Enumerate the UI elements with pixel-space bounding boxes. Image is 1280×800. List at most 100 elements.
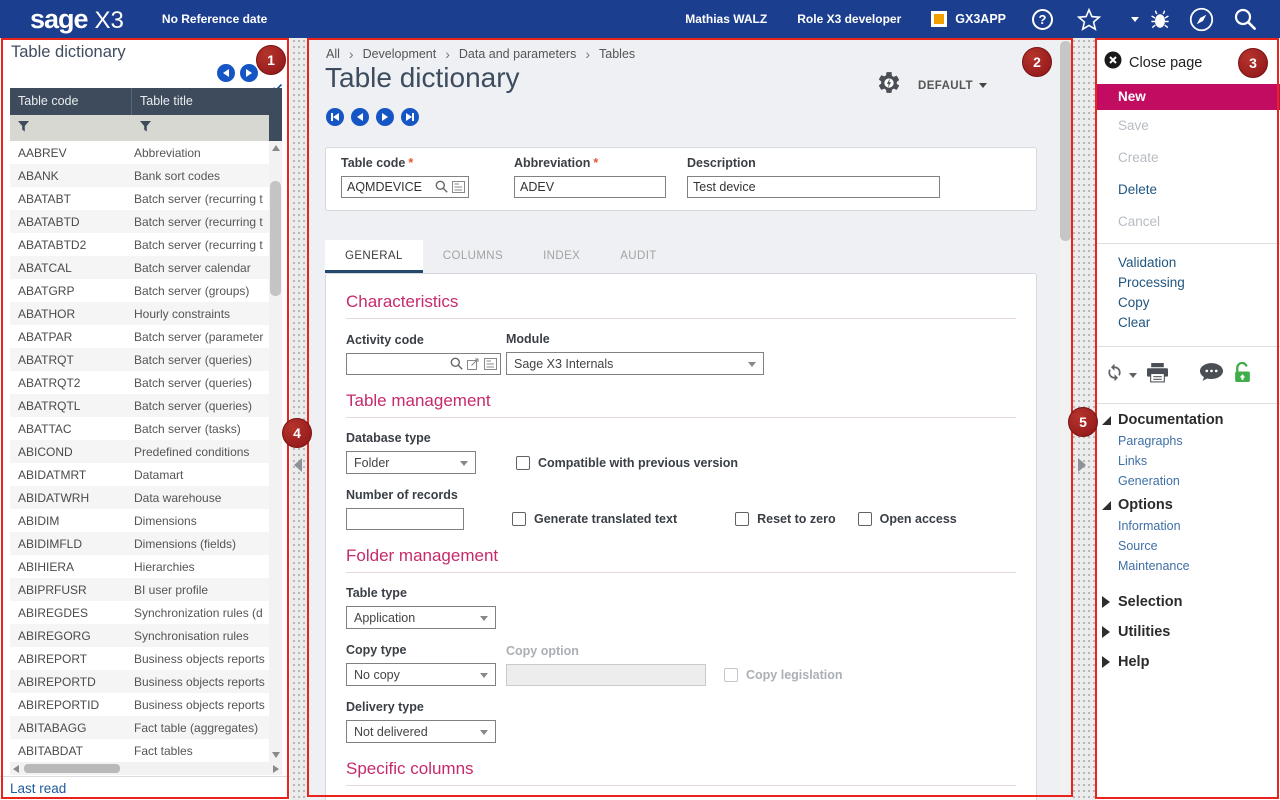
table-row[interactable]: ABIDATWRH Data warehouse — [10, 486, 269, 509]
scrollbar-thumb[interactable] — [1060, 41, 1071, 241]
collapse-right-panel-icon[interactable] — [1078, 458, 1086, 472]
table-row[interactable]: ABIREPORTID Business objects reports — [10, 693, 269, 716]
table-row[interactable]: ABATCAL Batch server calendar — [10, 256, 269, 279]
column-header-table-title[interactable]: Table title — [132, 88, 282, 115]
copy-type-select[interactable]: No copy — [346, 663, 496, 686]
clear-button[interactable]: Clear — [1096, 313, 1280, 333]
scrollbar-thumb[interactable] — [24, 764, 120, 773]
table-row[interactable]: ABATABTD2 Batch server (recurring t — [10, 233, 269, 256]
view-code-dropdown[interactable]: DEFAULT — [918, 80, 973, 92]
scroll-up-icon[interactable] — [272, 145, 280, 151]
table-row[interactable]: ABICOND Predefined conditions — [10, 440, 269, 463]
comment-bubble-icon[interactable] — [1200, 363, 1223, 387]
scroll-down-icon[interactable] — [272, 752, 280, 758]
first-record-button[interactable] — [326, 108, 344, 126]
tab-audit[interactable]: AUDIT — [600, 240, 677, 273]
table-row[interactable]: ABIDATMRT Datamart — [10, 463, 269, 486]
delivery-type-select[interactable]: Not delivered — [346, 720, 496, 743]
module-select[interactable]: Sage X3 Internals — [506, 352, 764, 375]
table-row[interactable]: AABREV Abbreviation — [10, 141, 269, 164]
section-link[interactable]: Information — [1096, 516, 1280, 536]
copy-button[interactable]: Copy — [1096, 293, 1280, 313]
open-access-checkbox[interactable] — [858, 512, 872, 526]
list-vertical-scrollbar[interactable] — [269, 141, 282, 762]
scroll-right-icon[interactable] — [273, 765, 279, 773]
user-role[interactable]: Role X3 developer — [797, 12, 901, 26]
debug-bug-icon[interactable] — [1151, 9, 1169, 29]
section-link[interactable]: Maintenance — [1096, 556, 1280, 576]
jump-to-icon[interactable] — [467, 357, 480, 375]
last-read-link[interactable]: Last read — [0, 776, 290, 800]
close-page-button[interactable]: Close page — [1096, 38, 1280, 84]
left-splitter[interactable] — [290, 38, 308, 800]
help-icon[interactable]: ? — [1032, 9, 1053, 30]
breadcrumb-all[interactable]: All — [326, 47, 340, 61]
delete-button[interactable]: Delete — [1096, 174, 1280, 206]
tab-index[interactable]: INDEX — [523, 240, 600, 273]
section-link[interactable]: Generation — [1096, 471, 1280, 491]
refresh-dropdown-icon[interactable] — [1129, 373, 1137, 378]
table-row[interactable]: ABATABT Batch server (recurring t — [10, 187, 269, 210]
table-row[interactable]: ABATGRP Batch server (groups) — [10, 279, 269, 302]
table-row[interactable]: ABITABDAT Fact tables — [10, 739, 269, 762]
selection-list-icon[interactable] — [452, 180, 465, 198]
compatible-previous-version-checkbox[interactable] — [516, 456, 530, 470]
section-options[interactable]: Options — [1096, 497, 1280, 513]
selection-list-icon[interactable] — [484, 357, 497, 375]
list-next-page-button[interactable] — [240, 64, 258, 82]
settings-gear-icon[interactable] — [876, 70, 902, 101]
table-row[interactable]: ABANK Bank sort codes — [10, 164, 269, 187]
breadcrumb-tables[interactable]: Tables — [599, 47, 635, 61]
print-icon[interactable] — [1147, 363, 1168, 388]
abbreviation-input[interactable] — [514, 176, 666, 198]
next-record-button[interactable] — [376, 108, 394, 126]
section-utilities[interactable]: Utilities — [1096, 624, 1280, 640]
list-prev-page-button[interactable] — [217, 64, 235, 82]
table-row[interactable]: ABATABTD Batch server (recurring t — [10, 210, 269, 233]
table-row[interactable]: ABATPAR Batch server (parameter — [10, 325, 269, 348]
section-link[interactable]: Paragraphs — [1096, 431, 1280, 451]
favorites-dropdown-icon[interactable] — [1131, 17, 1139, 22]
table-row[interactable]: ABATTAC Batch server (tasks) — [10, 417, 269, 440]
table-row[interactable]: ABITABAGG Fact table (aggregates) — [10, 716, 269, 739]
database-type-select[interactable]: Folder — [346, 451, 476, 474]
filter-funnel-icon[interactable] — [10, 119, 132, 137]
lookup-magnifier-icon[interactable] — [450, 357, 463, 375]
table-row[interactable]: ABATRQT2 Batch server (queries) — [10, 371, 269, 394]
scrollbar-thumb[interactable] — [270, 181, 281, 296]
list-horizontal-scrollbar[interactable] — [10, 762, 282, 775]
endpoint-selector[interactable]: GX3APP — [931, 11, 1006, 27]
table-row[interactable]: ABIHIERA Hierarchies — [10, 555, 269, 578]
unlocked-padlock-icon[interactable] — [1233, 362, 1252, 388]
tab-columns[interactable]: COLUMNS — [423, 240, 523, 273]
table-row[interactable]: ABIREGDES Synchronization rules (d — [10, 601, 269, 624]
favorites-star-icon[interactable] — [1077, 8, 1101, 31]
section-help[interactable]: Help — [1096, 654, 1280, 670]
sage-logo[interactable]: sage X3 — [30, 4, 124, 35]
table-type-select[interactable]: Application — [346, 606, 496, 629]
new-button[interactable]: New — [1096, 84, 1280, 110]
table-row[interactable]: ABIREPORT Business objects reports — [10, 647, 269, 670]
section-link[interactable]: Source — [1096, 536, 1280, 556]
collapse-left-panel-icon[interactable] — [294, 458, 302, 472]
refresh-icon[interactable] — [1104, 362, 1125, 388]
section-documentation[interactable]: Documentation — [1096, 412, 1280, 428]
processing-button[interactable]: Processing — [1096, 273, 1280, 293]
validation-button[interactable]: Validation — [1096, 253, 1280, 273]
explore-compass-icon[interactable] — [1189, 7, 1214, 32]
reference-date[interactable]: No Reference date — [162, 12, 267, 26]
view-dropdown-caret-icon[interactable] — [979, 83, 987, 88]
table-row[interactable]: ABIREPORTD Business objects reports — [10, 670, 269, 693]
table-row[interactable]: ABATRQT Batch server (queries) — [10, 348, 269, 371]
breadcrumb-development[interactable]: Development — [363, 47, 437, 61]
main-vertical-scrollbar[interactable] — [1059, 38, 1072, 800]
table-row[interactable]: ABIPRFUSR BI user profile — [10, 578, 269, 601]
description-input[interactable] — [687, 176, 940, 198]
right-splitter[interactable] — [1072, 38, 1096, 800]
number-of-records-input[interactable] — [346, 508, 464, 530]
section-selection[interactable]: Selection — [1096, 594, 1280, 610]
last-record-button[interactable] — [401, 108, 419, 126]
previous-record-button[interactable] — [351, 108, 369, 126]
breadcrumb-data-and-parameters[interactable]: Data and parameters — [459, 47, 576, 61]
scroll-left-icon[interactable] — [13, 765, 19, 773]
